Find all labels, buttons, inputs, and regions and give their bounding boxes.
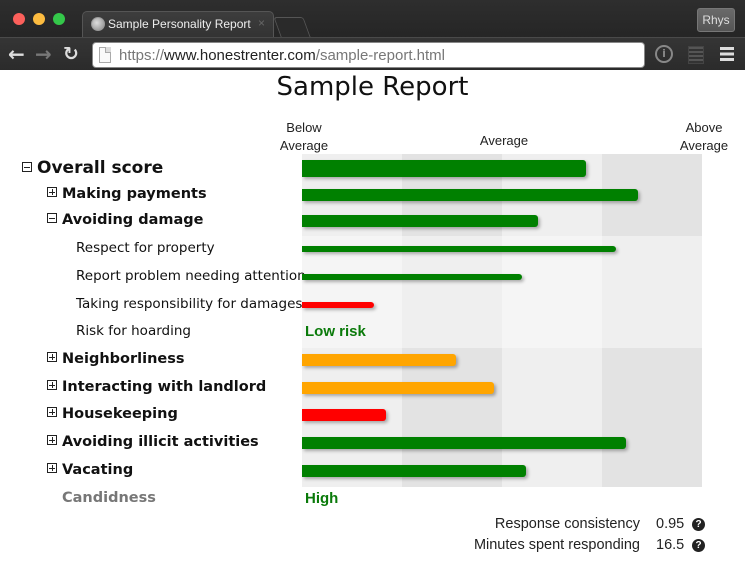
url-host: www.honestrenter.com [164,47,316,64]
row-label-text: Neighborliness [62,351,185,367]
collapse-icon[interactable] [47,213,57,223]
stat-minutes-responding: Minutes spent responding 16.5 ? [474,537,705,553]
expand-icon[interactable] [47,352,57,362]
row-label[interactable]: Neighborliness [47,351,185,367]
address-bar[interactable]: https://www.honestrenter.com/sample-repo… [92,42,645,68]
row-label[interactable]: Making payments [47,186,207,202]
info-icon[interactable]: i [655,45,673,63]
score-bar [302,302,374,308]
row-label-text: Interacting with landlord [62,379,267,395]
row-label[interactable]: Avoiding damage [47,212,203,228]
browser-chrome: Sample Personality Report × Rhys ← → ↻ h… [0,0,745,70]
page-title: Sample Report [276,72,469,102]
row-label-text: Vacating [62,462,134,478]
minimize-window-button[interactable] [33,13,45,25]
score-bar [302,246,616,252]
stat-response-consistency: Response consistency 0.95 ? [495,516,705,532]
score-bar [302,354,456,366]
tab-title: Sample Personality Report [108,17,251,31]
row-label-text: Risk for hoarding [76,323,191,339]
reload-icon[interactable]: ↻ [63,42,79,66]
url-text[interactable]: https://www.honestrenter.com/sample-repo… [119,47,445,64]
row-label-text: Taking responsibility for damages [76,296,303,312]
score-bar [302,274,522,280]
score-text: High [305,490,339,507]
score-bar [302,437,626,449]
score-bar [302,159,586,177]
extension-icon[interactable] [688,46,704,64]
expand-icon[interactable] [47,435,57,445]
row-label-text: Candidness [62,490,156,506]
page-icon [99,47,111,63]
row-label-text: Housekeeping [62,406,178,422]
menu-icon[interactable] [720,47,734,61]
row-label: Report problem needing attention [76,268,306,284]
axis-label-below: Below Average [279,120,329,153]
favicon-icon [91,17,105,31]
expand-icon[interactable] [47,463,57,473]
collapse-icon[interactable] [22,162,32,172]
profile-button[interactable]: Rhys [697,8,735,32]
stat-label: Minutes spent responding [473,537,640,553]
row-label-text: Report problem needing attention [76,268,306,284]
axis-label-average: Average [479,133,529,148]
forward-arrow-icon[interactable]: → [35,42,52,66]
row-label[interactable]: Interacting with landlord [47,379,266,395]
row-label: Risk for hoarding [76,323,191,339]
score-bar [302,409,386,421]
stat-value: 16.5 [656,537,685,553]
stat-label: Response consistency [494,516,640,532]
row-label-text: Avoiding damage [62,212,204,228]
row-label-text: Making payments [62,186,207,202]
url-path: /sample-report.html [315,47,445,64]
row-label-text: Respect for property [76,240,215,256]
axis-label-above: Above Average [679,120,729,153]
new-tab-button[interactable] [273,17,311,37]
row-label[interactable]: Housekeeping [47,406,178,422]
row-label[interactable]: Vacating [47,462,133,478]
score-bar [302,215,538,227]
row-label[interactable]: Overall score [22,158,163,178]
help-icon[interactable]: ? [692,517,705,531]
score-text: Low risk [305,323,366,340]
help-icon[interactable]: ? [692,538,705,552]
tab-close-icon[interactable]: × [258,16,265,30]
expand-icon[interactable] [47,407,57,417]
expand-icon[interactable] [47,380,57,390]
browser-tab[interactable]: Sample Personality Report × [82,11,274,37]
row-label[interactable]: Avoiding illicit activities [47,434,259,450]
row-label: Taking responsibility for damages [76,296,302,312]
row-label-text: Overall score [37,158,164,178]
score-bar [302,189,638,201]
row-label: Respect for property [76,240,215,256]
close-window-button[interactable] [13,13,25,25]
browser-toolbar: ← → ↻ https://www.honestrenter.com/sampl… [0,37,745,70]
score-bar [302,465,526,477]
stat-value: 0.95 [656,516,685,532]
back-arrow-icon[interactable]: ← [8,42,25,66]
expand-icon[interactable] [47,187,57,197]
url-scheme: https:// [119,47,165,64]
row-label-text: Avoiding illicit activities [62,434,259,450]
zoom-window-button[interactable] [53,13,65,25]
score-bar [302,382,494,394]
row-label: Candidness [62,490,156,506]
